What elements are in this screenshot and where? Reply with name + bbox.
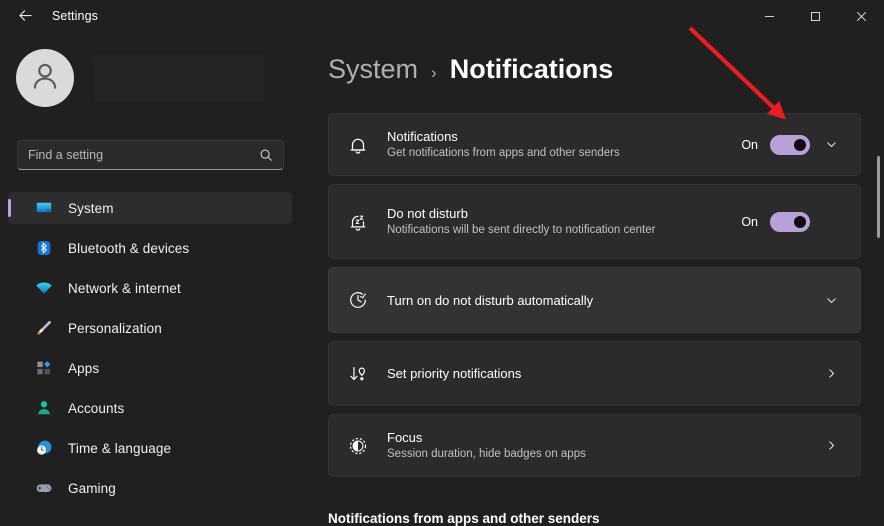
user-avatar-icon xyxy=(28,59,62,98)
bell-sleep-icon xyxy=(343,207,373,237)
card-do-not-disturb[interactable]: Do not disturb Notifications will be sen… xyxy=(328,184,861,259)
clock-arrow-icon xyxy=(343,285,373,315)
card-controls xyxy=(810,287,844,313)
chevron-down-icon xyxy=(825,294,838,307)
sidebar-item-label: Gaming xyxy=(68,480,116,496)
avatar[interactable] xyxy=(16,49,74,107)
person-icon xyxy=(34,398,54,418)
search-icon[interactable] xyxy=(259,148,273,162)
bell-icon xyxy=(343,130,373,160)
card-text: Focus Session duration, hide badges on a… xyxy=(387,429,810,462)
sidebar-item-bluetooth-devices[interactable]: Bluetooth & devices xyxy=(8,232,292,264)
title-bar: Settings xyxy=(0,0,884,36)
toggle-knob xyxy=(794,138,806,151)
card-controls xyxy=(810,361,844,387)
card-text: Do not disturb Notifications will be sen… xyxy=(387,205,741,238)
app-title: Settings xyxy=(52,9,98,23)
breadcrumb-parent[interactable]: System xyxy=(328,54,418,85)
card-controls: On xyxy=(741,132,844,158)
card-turn-on-dnd-automatically[interactable]: Turn on do not disturb automatically xyxy=(328,267,861,333)
sidebar-item-time-language[interactable]: Time & language xyxy=(8,432,292,464)
settings-card-list: Notifications Get notifications from app… xyxy=(328,113,861,485)
card-subtitle: Session duration, hide badges on apps xyxy=(387,448,586,460)
close-button[interactable] xyxy=(838,0,884,36)
back-arrow-icon xyxy=(18,8,33,28)
sidebar-item-accounts[interactable]: Accounts xyxy=(8,392,292,424)
section-heading-apps-senders: Notifications from apps and other sender… xyxy=(328,511,600,526)
priority-arrow-icon xyxy=(343,359,373,389)
toggle-knob xyxy=(794,215,806,228)
sidebar: System Bluetooth & devices xyxy=(0,36,300,526)
sidebar-item-label: Time & language xyxy=(68,440,172,456)
window-controls xyxy=(746,0,884,36)
expand-notifications-button[interactable] xyxy=(818,132,844,158)
chevron-down-icon xyxy=(825,138,838,151)
dnd-toggle-state: On xyxy=(741,214,758,229)
content-scrollbar[interactable] xyxy=(877,120,880,526)
search-container xyxy=(17,140,284,170)
card-text: Set priority notifications xyxy=(387,365,810,382)
maximize-button[interactable] xyxy=(792,0,838,36)
back-button[interactable] xyxy=(6,4,44,32)
card-set-priority-notifications[interactable]: Set priority notifications xyxy=(328,341,861,406)
main-content: System › Notifications Notifications Get… xyxy=(300,36,884,526)
sidebar-item-personalization[interactable]: Personalization xyxy=(8,312,292,344)
breadcrumb: System › Notifications xyxy=(328,54,613,85)
search-box[interactable] xyxy=(17,140,284,170)
account-name-placeholder xyxy=(94,55,264,101)
sidebar-item-label: Network & internet xyxy=(68,280,181,296)
sidebar-item-label: System xyxy=(68,200,114,216)
sidebar-item-label: Apps xyxy=(68,360,100,376)
clock-globe-icon xyxy=(34,438,54,458)
card-title: Do not disturb xyxy=(387,206,468,221)
breadcrumb-separator: › xyxy=(431,63,437,82)
card-controls xyxy=(810,433,844,459)
scrollbar-thumb[interactable] xyxy=(877,156,880,238)
apps-icon xyxy=(34,358,54,378)
open-focus-button[interactable] xyxy=(818,433,844,459)
page-title: Notifications xyxy=(449,54,614,84)
account-block[interactable] xyxy=(16,49,264,107)
wifi-icon xyxy=(34,278,54,298)
chevron-right-icon xyxy=(825,367,838,380)
paintbrush-icon xyxy=(34,318,54,338)
card-title: Turn on do not disturb automatically xyxy=(387,292,594,308)
card-text: Turn on do not disturb automatically xyxy=(387,292,810,309)
card-focus[interactable]: Focus Session duration, hide badges on a… xyxy=(328,414,861,477)
sidebar-item-apps[interactable]: Apps xyxy=(8,352,292,384)
card-text: Notifications Get notifications from app… xyxy=(387,128,741,161)
card-title: Focus xyxy=(387,430,423,445)
bluetooth-icon xyxy=(34,238,54,258)
settings-window: Settings Find a setting System Bluetooth… xyxy=(0,0,884,526)
card-notifications[interactable]: Notifications Get notifications from app… xyxy=(328,113,861,176)
sidebar-item-network-internet[interactable]: Network & internet xyxy=(8,272,292,304)
do-not-disturb-toggle[interactable] xyxy=(770,211,810,232)
close-icon xyxy=(856,9,867,27)
sidebar-item-label: Bluetooth & devices xyxy=(68,240,190,256)
sidebar-item-gaming[interactable]: Gaming xyxy=(8,472,292,504)
gamepad-icon xyxy=(34,478,54,498)
minimize-icon xyxy=(764,9,775,27)
minimize-button[interactable] xyxy=(746,0,792,36)
chevron-right-icon xyxy=(825,439,838,452)
maximize-icon xyxy=(810,9,821,27)
notifications-toggle[interactable] xyxy=(770,134,810,155)
sidebar-item-system[interactable]: System xyxy=(8,192,292,224)
focus-icon xyxy=(343,431,373,461)
card-title: Notifications xyxy=(387,129,458,144)
card-subtitle: Notifications will be sent directly to n… xyxy=(387,224,656,236)
sidebar-item-label: Personalization xyxy=(68,320,162,336)
card-subtitle: Get notifications from apps and other se… xyxy=(387,147,620,159)
expand-auto-dnd-button[interactable] xyxy=(818,287,844,313)
card-title: Set priority notifications xyxy=(387,366,522,381)
open-priority-notifications-button[interactable] xyxy=(818,361,844,387)
monitor-icon xyxy=(34,198,54,218)
sidebar-item-label: Accounts xyxy=(68,400,125,416)
card-controls: On xyxy=(741,209,844,235)
sidebar-nav: System Bluetooth & devices Network & int… xyxy=(8,192,292,512)
search-input[interactable] xyxy=(28,148,259,162)
notifications-toggle-state: On xyxy=(741,137,758,152)
